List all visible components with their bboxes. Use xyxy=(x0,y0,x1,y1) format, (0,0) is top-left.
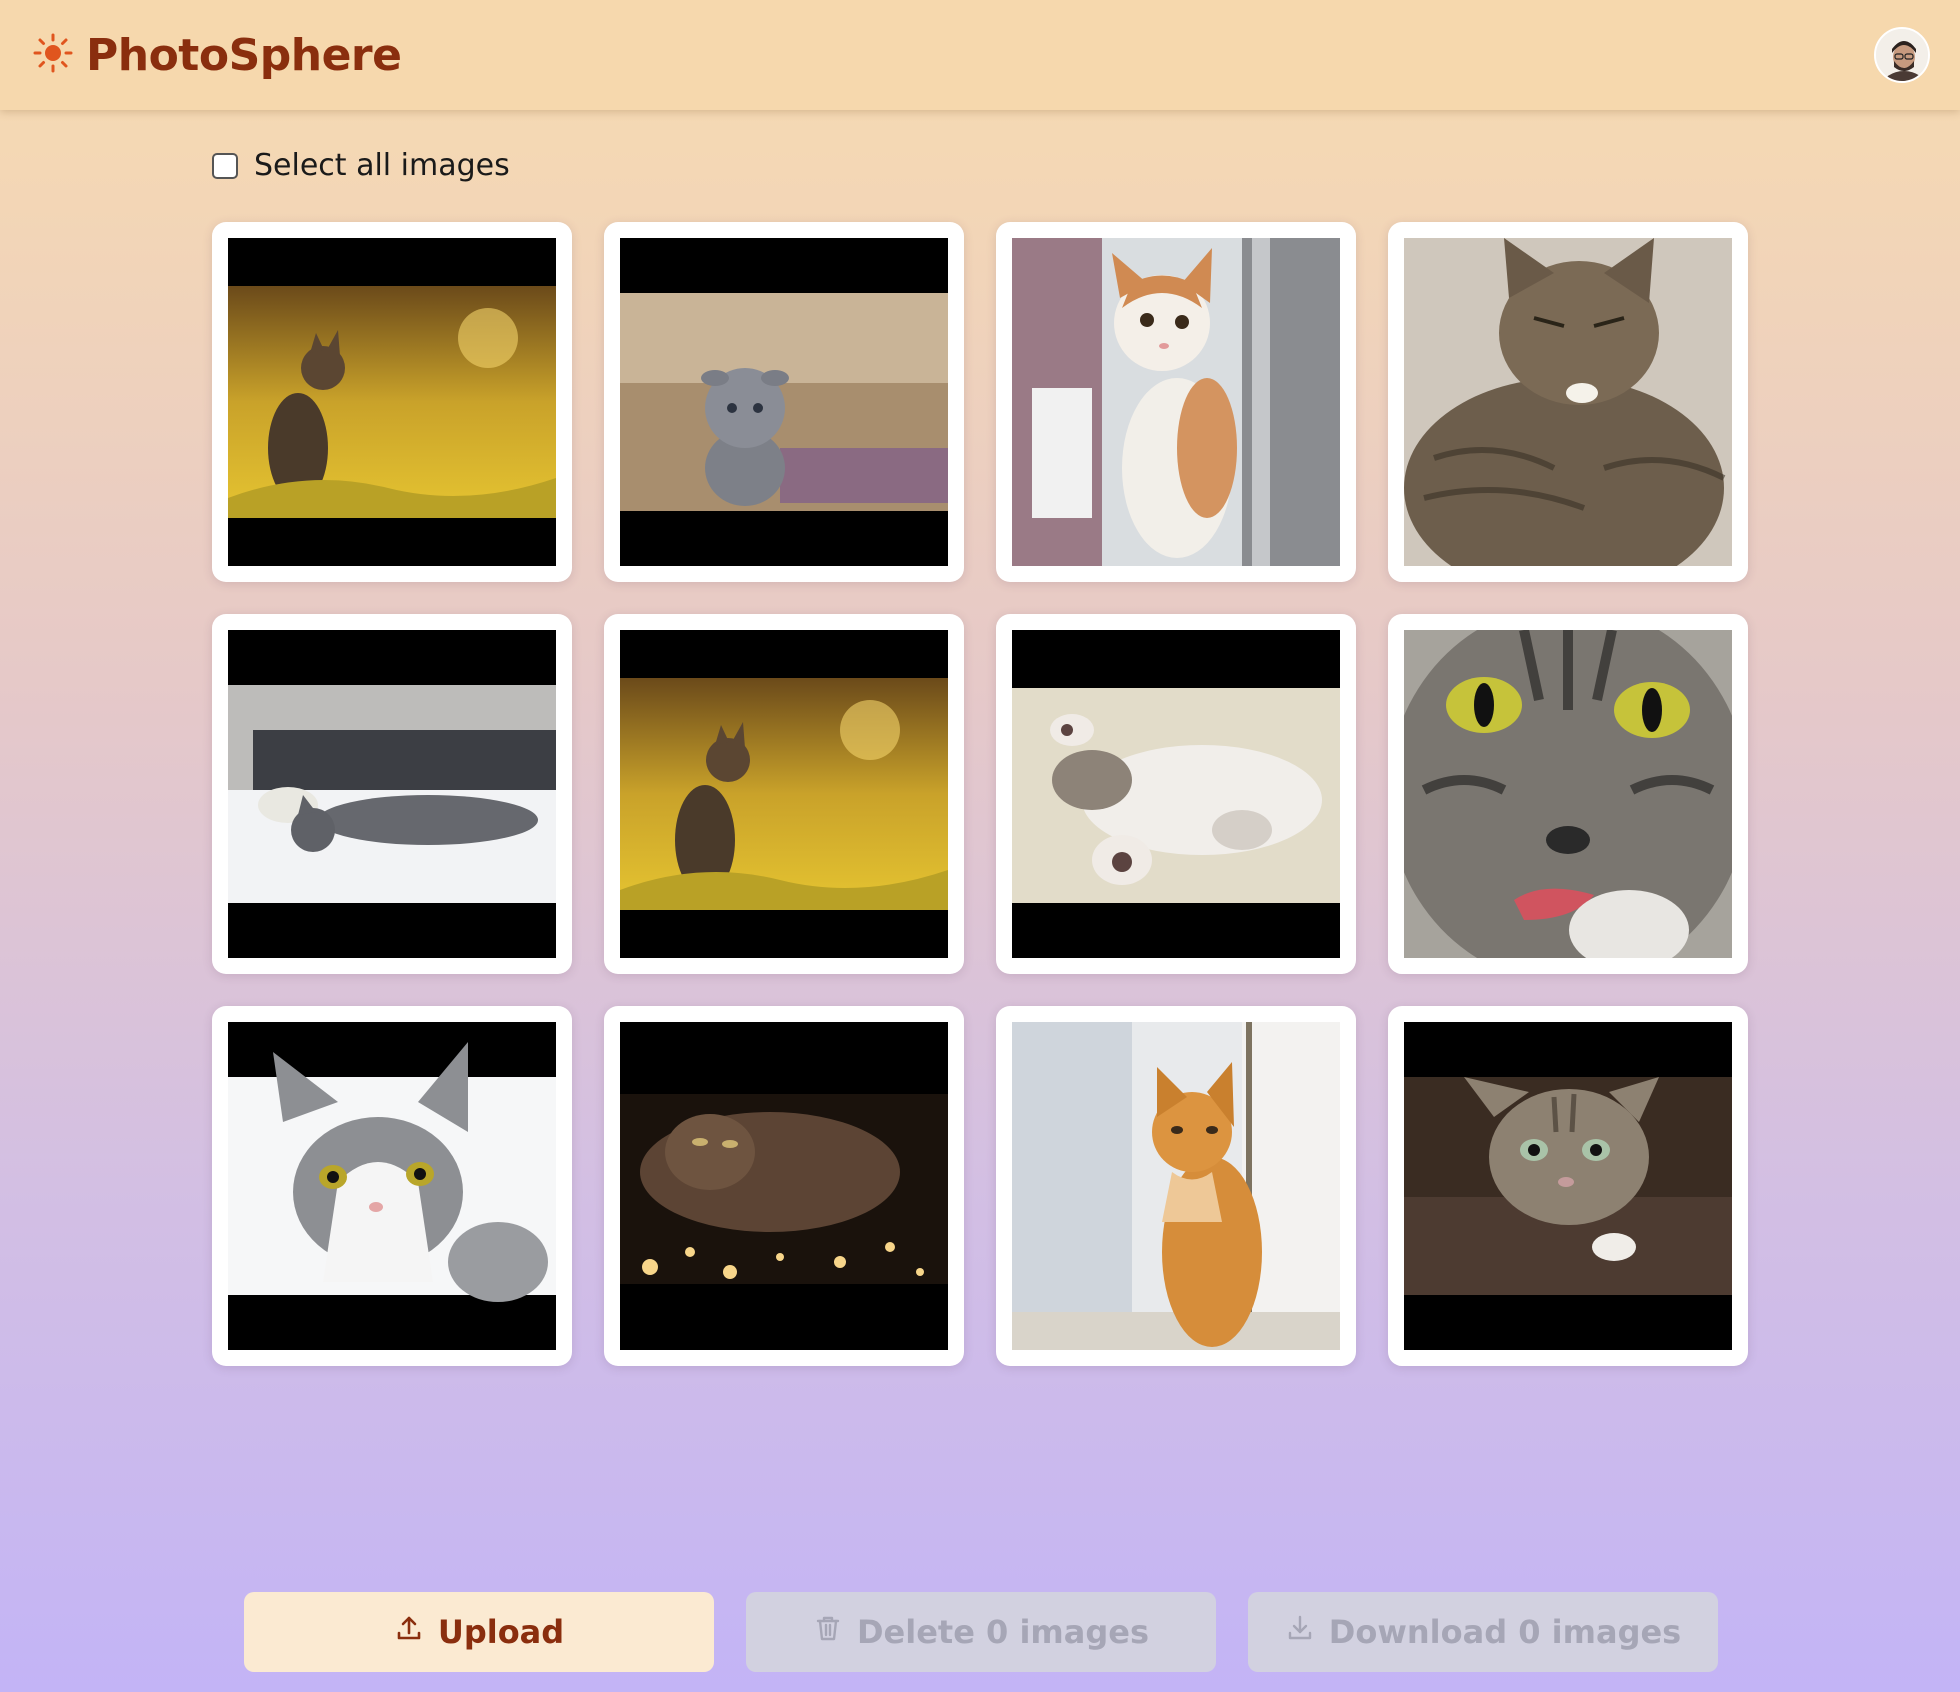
image-thumbnail[interactable] xyxy=(228,630,556,958)
action-bar: Upload Delete 0 images Download 0 images xyxy=(244,1592,1718,1672)
image-card[interactable] xyxy=(996,1006,1356,1366)
image-thumbnail[interactable] xyxy=(228,238,556,566)
image-card[interactable] xyxy=(212,1006,572,1366)
image-thumbnail[interactable] xyxy=(620,1022,948,1350)
image-thumbnail[interactable] xyxy=(1404,238,1732,566)
image-thumbnail[interactable] xyxy=(1404,630,1732,958)
brand[interactable]: PhotoSphere xyxy=(32,29,402,81)
select-all-label: Select all images xyxy=(254,148,510,183)
image-thumbnail[interactable] xyxy=(1404,1022,1732,1350)
download-icon xyxy=(1285,1613,1315,1651)
image-card[interactable] xyxy=(1388,222,1748,582)
delete-button[interactable]: Delete 0 images xyxy=(746,1592,1216,1672)
app-title: PhotoSphere xyxy=(86,29,402,81)
select-all-checkbox[interactable] xyxy=(212,152,238,179)
image-card[interactable] xyxy=(996,222,1356,582)
sun-icon xyxy=(32,32,74,78)
upload-label: Upload xyxy=(437,1613,565,1651)
image-thumbnail[interactable] xyxy=(620,630,948,958)
image-card[interactable] xyxy=(996,614,1356,974)
download-label: Download 0 images xyxy=(1328,1613,1682,1651)
upload-button[interactable]: Upload xyxy=(244,1592,714,1672)
image-card[interactable] xyxy=(604,222,964,582)
image-thumbnail[interactable] xyxy=(620,238,948,566)
user-avatar[interactable] xyxy=(1874,27,1930,83)
image-thumbnail[interactable] xyxy=(228,1022,556,1350)
image-card[interactable] xyxy=(604,1006,964,1366)
image-thumbnail[interactable] xyxy=(1012,1022,1340,1350)
trash-icon xyxy=(813,1613,843,1651)
image-card[interactable] xyxy=(604,614,964,974)
download-button[interactable]: Download 0 images xyxy=(1248,1592,1718,1672)
app-header: PhotoSphere xyxy=(0,0,1960,110)
upload-icon xyxy=(394,1613,424,1651)
image-thumbnail[interactable] xyxy=(1012,630,1340,958)
image-card[interactable] xyxy=(212,222,572,582)
image-grid xyxy=(212,222,1748,1366)
image-card[interactable] xyxy=(212,614,572,974)
image-card[interactable] xyxy=(1388,1006,1748,1366)
image-thumbnail[interactable] xyxy=(1012,238,1340,566)
image-card[interactable] xyxy=(1388,614,1748,974)
select-all[interactable]: Select all images xyxy=(212,148,510,183)
delete-label: Delete 0 images xyxy=(856,1613,1150,1651)
